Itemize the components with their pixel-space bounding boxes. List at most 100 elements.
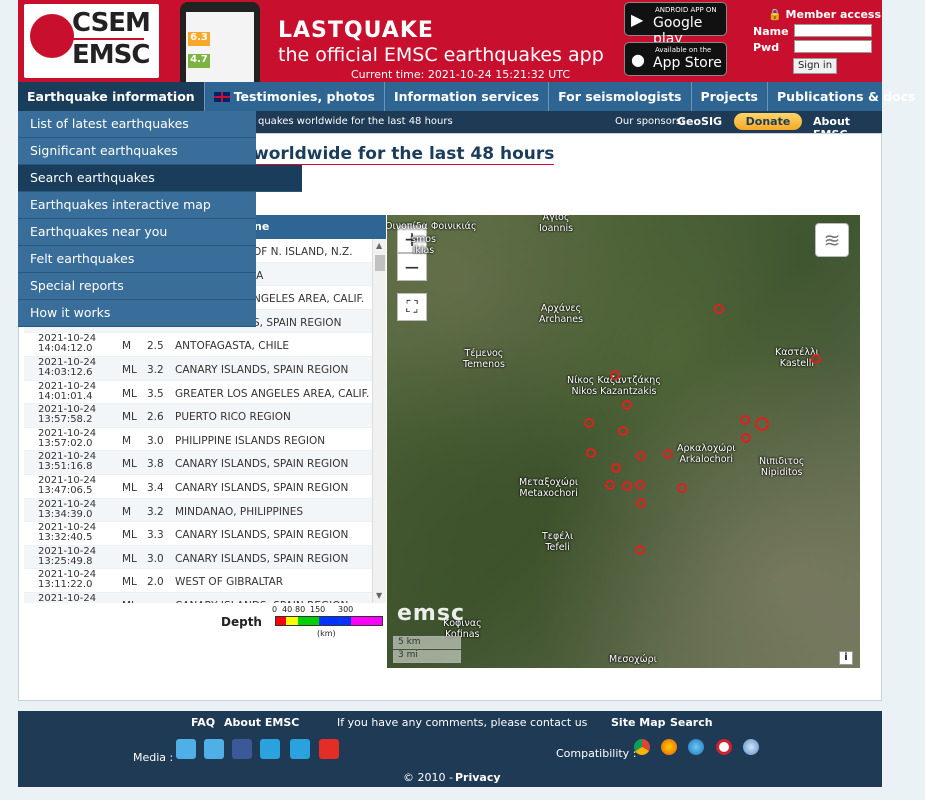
row-datetime: 2021-10-24 13:57:02.0 — [38, 428, 96, 449]
row-region: CANARY ISLANDS, SPAIN REGION — [175, 481, 349, 494]
earthquake-marker[interactable] — [811, 354, 821, 364]
twitter-icon[interactable] — [204, 739, 224, 759]
app-phone-image[interactable]: 6.3 4.7 — [180, 2, 260, 82]
twitter-icon[interactable] — [176, 739, 196, 759]
place-greek: Άγιος — [542, 215, 570, 223]
nav-publications-docs[interactable]: Publications & docs — [768, 82, 925, 111]
table-row[interactable]: 2021-10-24 13:47:06.5 ML 3.4 CANARY ISLANDS,… — [24, 475, 372, 499]
footer-sitemap-link[interactable]: Site Map — [611, 716, 665, 729]
row-region: ANTOFAGASTA, CHILE — [175, 340, 290, 353]
google-play-button[interactable]: ▶ ANDROID APP ON Google play — [624, 2, 727, 47]
table-row[interactable]: 2021-10-24 13:25:49.8 ML 3.0 CANARY ISLANDS,… — [24, 545, 372, 570]
scroll-up-icon[interactable]: ▲ — [376, 241, 382, 250]
table-row[interactable]: 2021-10-24 ML CANARY ISLANDS, SPAIN REGION — [24, 592, 372, 603]
earthquake-marker[interactable] — [611, 463, 621, 473]
sign-in-button[interactable]: Sign in — [793, 58, 837, 74]
nav-projects[interactable]: Projects — [692, 82, 769, 111]
menu-interactive-map[interactable]: Earthquakes interactive map — [18, 192, 256, 219]
map-place-label: Αρκαλοχώρι Arkalochori — [677, 443, 736, 465]
table-row[interactable]: 2021-10-24 13:34:39.0 M 3.2 MINDANAO, PHILIP… — [24, 498, 372, 523]
row-time: 13:57:02.0 — [38, 437, 93, 449]
earthquake-marker[interactable] — [618, 426, 628, 436]
row-mag-type: ML — [122, 529, 137, 542]
row-datetime: 2021-10-24 13:51:16.8 — [38, 452, 96, 472]
earthquake-marker[interactable] — [636, 498, 646, 508]
map-info-button[interactable]: i — [839, 651, 853, 665]
app-subtitle[interactable]: the official EMSC earthquakes app — [278, 44, 604, 66]
layers-icon[interactable]: ≋ — [815, 223, 849, 257]
earthquake-marker[interactable] — [677, 483, 687, 493]
telegram-icon[interactable] — [260, 739, 280, 759]
place-greek: Οινοπίδα Φοινικιάς — [387, 221, 477, 232]
footer-about-link[interactable]: About EMSC — [224, 716, 299, 729]
nav-testimonies-photos[interactable]: Testimonies, photos — [205, 82, 385, 111]
name-input[interactable] — [794, 24, 872, 37]
row-mag-type: ML — [122, 458, 137, 471]
menu-earthquakes-near-you[interactable]: Earthquakes near you — [18, 219, 256, 246]
nav-earthquake-information[interactable]: Earthquake information — [18, 82, 205, 111]
youtube-icon[interactable] — [319, 739, 339, 759]
footer-search-link[interactable]: Search — [670, 716, 713, 729]
donate-button[interactable]: Donate — [734, 113, 802, 130]
earthquake-marker[interactable] — [636, 451, 646, 461]
table-row[interactable]: 2021-10-24 13:57:02.0 M 3.0 PHILIPPINE ISLAN… — [24, 428, 372, 452]
table-row[interactable]: 2021-10-24 13:57:58.2 ML 2.6 PUERTO RICO REG… — [24, 404, 372, 428]
row-mag-type: ML — [122, 481, 137, 494]
earthquake-marker[interactable] — [635, 545, 645, 555]
footer-compatibility-label: Compatibility : — [556, 747, 637, 760]
google-play-icon: ▶ — [631, 10, 644, 29]
place-greek: Μεταξοχώρι — [519, 477, 579, 488]
earthquake-marker[interactable] — [584, 418, 594, 428]
app-title[interactable]: LASTQUAKE — [278, 18, 434, 43]
earthquake-marker[interactable] — [741, 433, 751, 443]
table-row[interactable]: 2021-10-24 14:01:01.4 ML 3.5 GREATER LOS ANG… — [24, 381, 372, 405]
place-greek: smos — [411, 234, 436, 245]
facebook-icon[interactable] — [232, 739, 252, 759]
footer-privacy-link[interactable]: Privacy — [455, 771, 501, 784]
earthquake-marker[interactable] — [610, 370, 620, 380]
earthquake-marker[interactable] — [622, 481, 632, 491]
sponsor-geosig-link[interactable]: GeoSIG — [677, 115, 722, 128]
place-latin: Tefeli — [545, 542, 570, 553]
scroll-thumb[interactable] — [375, 255, 385, 271]
telegram-icon[interactable] — [290, 739, 310, 759]
row-region: PHILIPPINE ISLANDS REGION — [175, 434, 326, 447]
earthquake-marker[interactable] — [755, 417, 769, 431]
row-region: WEST OF GIBRALTAR — [175, 576, 284, 589]
table-row[interactable]: 2021-10-24 13:51:16.8 ML 3.8 CANARY ISLANDS,… — [24, 451, 372, 475]
footer-faq-link[interactable]: FAQ — [191, 716, 215, 729]
menu-list-latest-earthquakes[interactable]: List of latest earthquakes — [18, 111, 256, 138]
table-row[interactable]: 2021-10-24 13:32:40.5 ML 3.3 CANARY ISLANDS,… — [24, 522, 372, 546]
earthquake-marker[interactable] — [605, 480, 615, 490]
row-time: 14:01:01.4 — [38, 390, 93, 402]
app-store-button[interactable]: ● Available on the App Store — [624, 42, 727, 76]
table-scrollbar[interactable]: ▲ ▼ — [372, 239, 386, 603]
table-row[interactable]: 2021-10-24 14:03:12.6 ML 3.2 CANARY ISLANDS,… — [24, 356, 372, 381]
zoom-out-button[interactable]: − — [397, 253, 427, 281]
earthquake-marker[interactable] — [635, 480, 645, 490]
nav-information-services[interactable]: Information services — [385, 82, 550, 111]
nav-for-seismologists[interactable]: For seismologists — [549, 82, 692, 111]
menu-significant-earthquakes[interactable]: Significant earthquakes — [18, 138, 256, 165]
earthquake-map[interactable]: + − ⛶ ≋ Οινοπίδα Φοινικιάς Άγιος Ioannis … — [387, 215, 860, 668]
earthquake-marker[interactable] — [663, 449, 673, 459]
menu-search-earthquakes[interactable]: Search earthquakes — [18, 165, 302, 192]
map-place-label: Τέμενος Temenos — [463, 348, 505, 370]
row-magnitude: 2.5 — [147, 340, 164, 353]
table-row[interactable]: 2021-10-24 14:04:12.0 M 2.5 ANTOFAGASTA, CHI… — [24, 333, 372, 357]
menu-felt-earthquakes[interactable]: Felt earthquakes — [18, 246, 256, 273]
place-latin: ikias — [412, 245, 435, 256]
earthquake-marker[interactable] — [586, 448, 596, 458]
scroll-down-icon[interactable]: ▼ — [376, 591, 382, 600]
menu-special-reports[interactable]: Special reports — [18, 273, 256, 300]
password-input[interactable] — [794, 40, 872, 53]
earthquake-marker[interactable] — [622, 400, 632, 410]
earthquake-marker[interactable] — [740, 415, 750, 425]
footer-comments-link[interactable]: If you have any comments, please contact… — [337, 716, 587, 729]
csem-emsc-logo[interactable]: CSEM EMSC — [24, 4, 159, 78]
row-mag-type: ML — [122, 363, 137, 376]
table-row[interactable]: 2021-10-24 13:11:22.0 ML 2.0 WEST OF GIBRALT… — [24, 569, 372, 593]
earthquake-marker[interactable] — [714, 304, 724, 314]
menu-how-it-works[interactable]: How it works — [18, 300, 256, 327]
fullscreen-icon[interactable]: ⛶ — [397, 293, 427, 321]
